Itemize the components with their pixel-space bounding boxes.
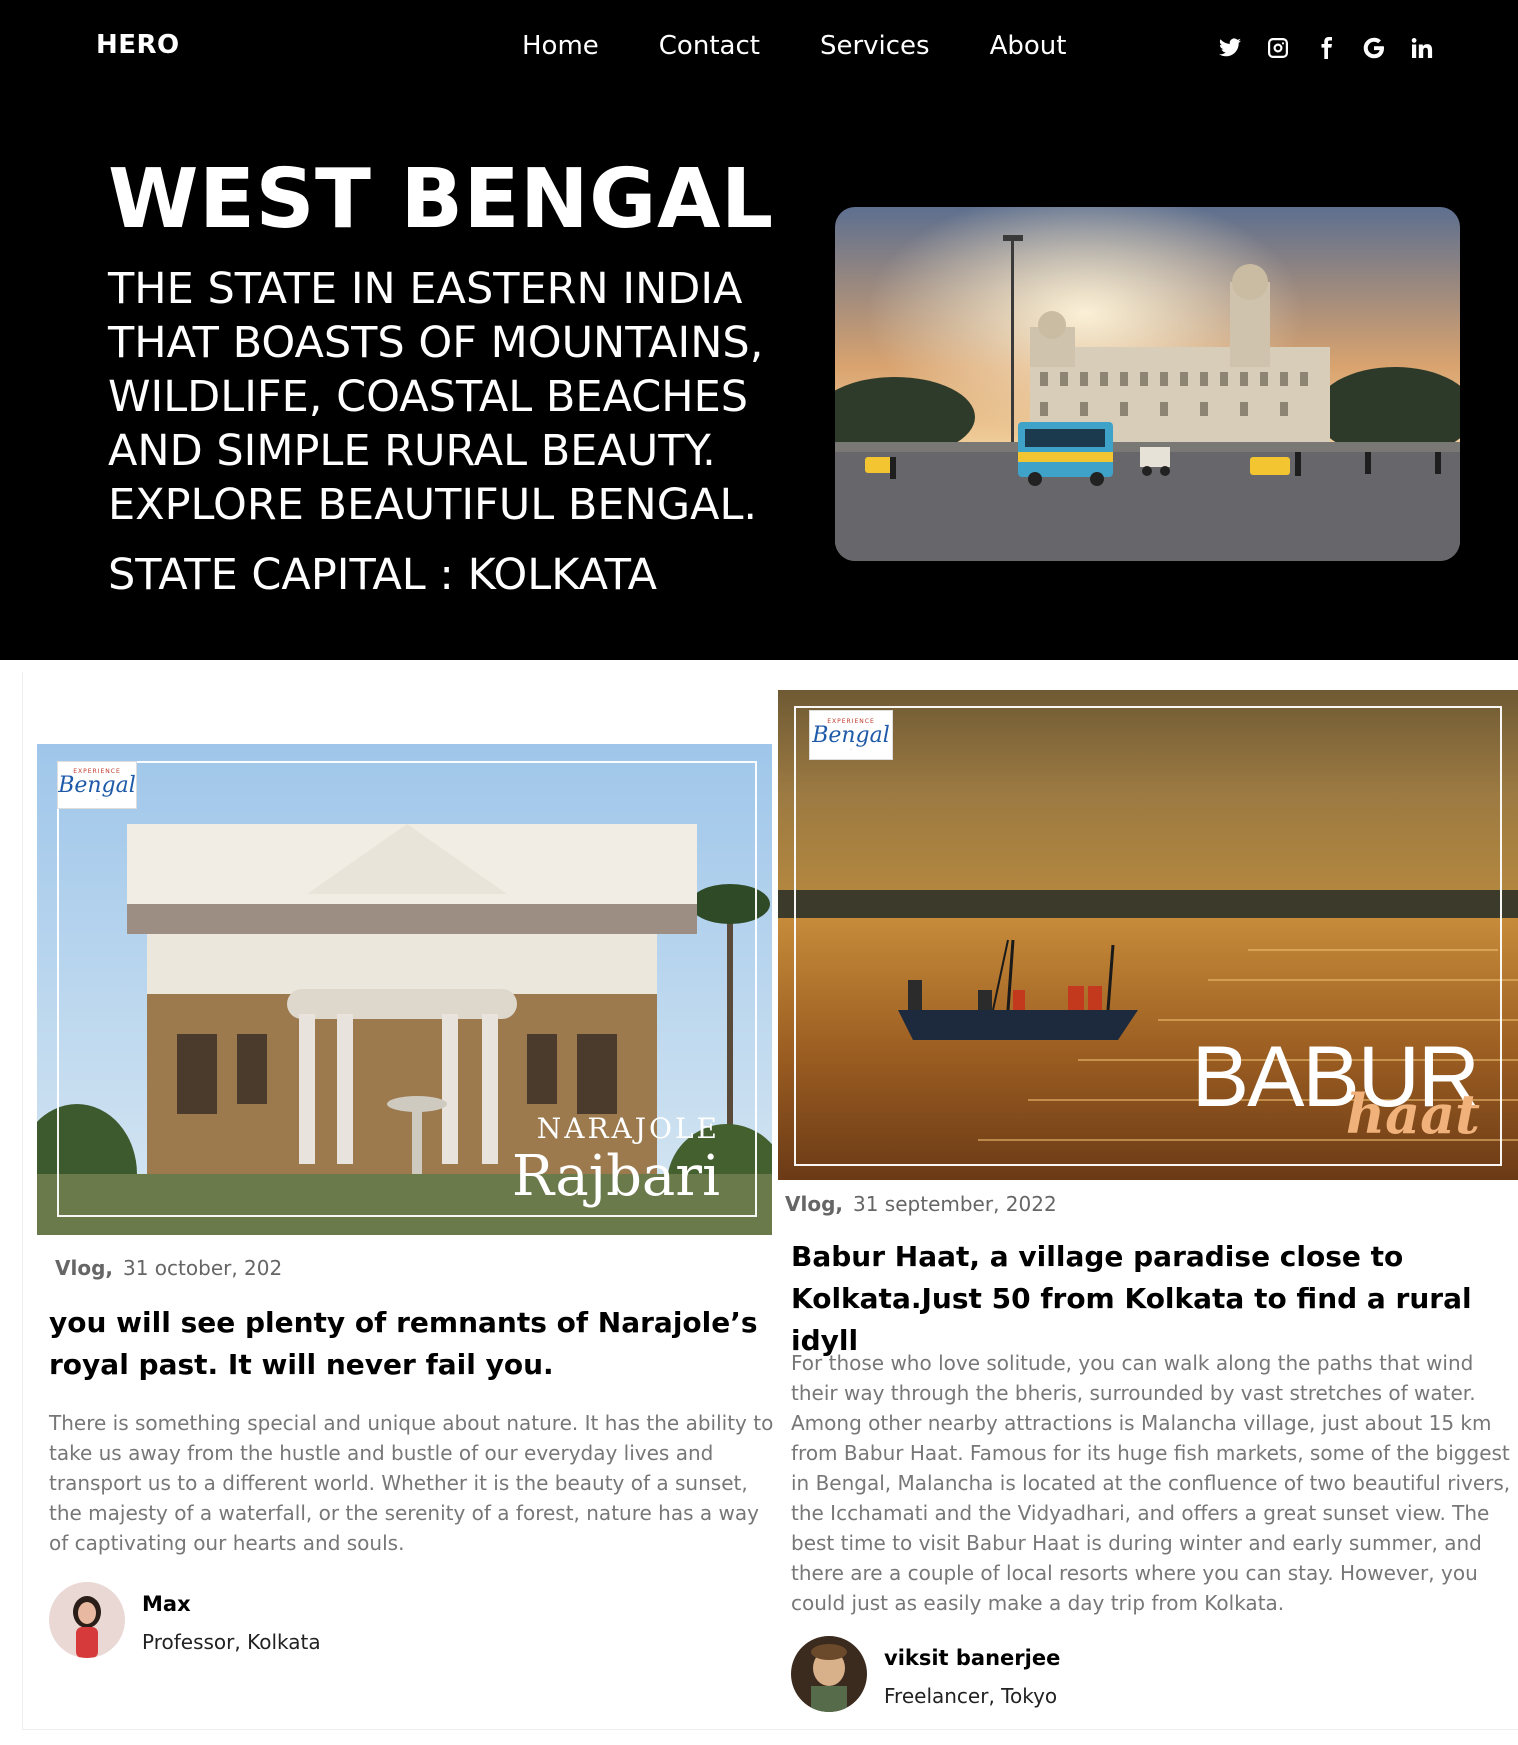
post-excerpt: There is something special and unique ab… bbox=[49, 1411, 774, 1555]
author-name: Max bbox=[142, 1592, 191, 1616]
post-excerpt: For those who love solitude, you can wal… bbox=[791, 1351, 1511, 1615]
image-caption-bottom: haat bbox=[1345, 1082, 1480, 1146]
linkedin-icon[interactable] bbox=[1410, 34, 1434, 62]
hero-subtitle: THE STATE IN EASTERN INDIA THAT BOASTS O… bbox=[108, 264, 764, 530]
post-date: 31 october, 202 bbox=[123, 1256, 283, 1280]
post-category[interactable]: Vlog, bbox=[55, 1256, 113, 1280]
post-date: 31 september, 2022 bbox=[853, 1192, 1057, 1216]
site-logo[interactable]: HERO bbox=[96, 30, 180, 60]
author-name: viksit banerjee bbox=[884, 1646, 1061, 1670]
nav-home[interactable]: Home bbox=[522, 28, 599, 64]
nav-services[interactable]: Services bbox=[820, 28, 930, 64]
nav-contact[interactable]: Contact bbox=[659, 28, 760, 64]
image-caption-bottom: Rajbari bbox=[511, 1144, 720, 1209]
author-role: Professor, Kolkata bbox=[142, 1630, 321, 1654]
blog-cards-section: EXPERIENCE Bengal · NARAJOLE Rajbari Vlo… bbox=[22, 672, 1518, 1730]
hero-capital: STATE CAPITAL : KOLKATA bbox=[108, 550, 658, 600]
nav-about[interactable]: About bbox=[990, 28, 1067, 64]
google-icon[interactable] bbox=[1362, 34, 1386, 62]
instagram-icon[interactable] bbox=[1266, 34, 1290, 62]
post-category[interactable]: Vlog, bbox=[785, 1192, 843, 1216]
hero-title: WEST BENGAL bbox=[108, 152, 774, 247]
twitter-icon[interactable] bbox=[1218, 34, 1242, 62]
social-links bbox=[1218, 34, 1434, 62]
image-caption-top: NARAJOLE bbox=[536, 1112, 720, 1145]
narajole-rajbari-image[interactable]: EXPERIENCE Bengal · NARAJOLE Rajbari bbox=[37, 744, 772, 1235]
post-meta: Vlog, 31 october, 202 bbox=[55, 1256, 282, 1280]
bengal-logo-badge: EXPERIENCE Bengal · bbox=[809, 710, 893, 760]
bengal-logo-badge: EXPERIENCE Bengal · bbox=[57, 761, 137, 809]
avatar[interactable] bbox=[49, 1582, 125, 1658]
hero-section: HERO Home Contact Services About WEST BE… bbox=[0, 0, 1518, 660]
post-title[interactable]: you will see plenty of remnants of Naraj… bbox=[49, 1302, 769, 1386]
babur-haat-image[interactable]: EXPERIENCE Bengal · BABUR haat bbox=[778, 690, 1518, 1180]
post-meta: Vlog, 31 september, 2022 bbox=[785, 1192, 1057, 1216]
avatar[interactable] bbox=[791, 1636, 867, 1712]
author-role: Freelancer, Tokyo bbox=[884, 1684, 1058, 1708]
kolkata-photo bbox=[835, 207, 1460, 561]
facebook-icon[interactable] bbox=[1314, 34, 1338, 62]
main-nav: Home Contact Services About bbox=[522, 28, 1126, 64]
post-title[interactable]: Babur Haat, a village paradise close to … bbox=[791, 1236, 1511, 1362]
